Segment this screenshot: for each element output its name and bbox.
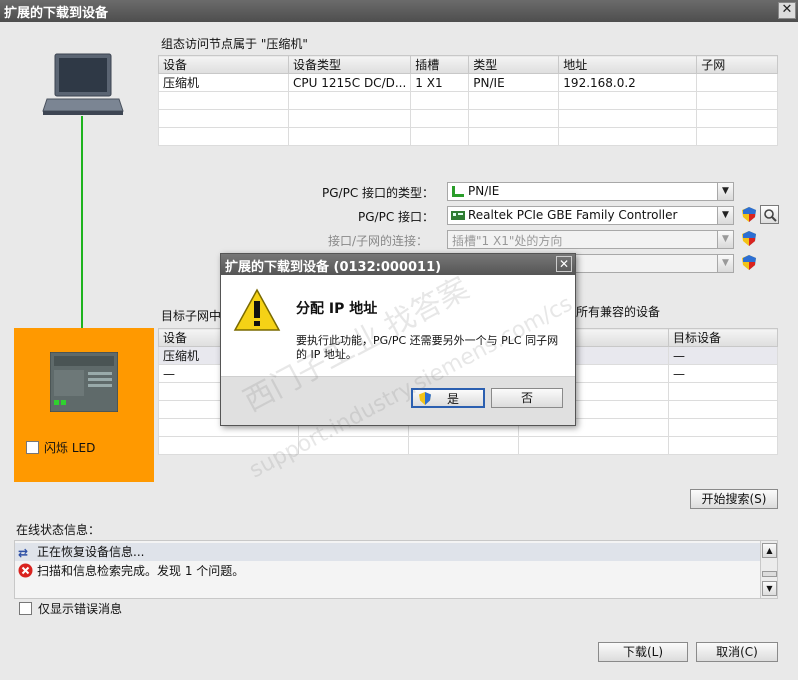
dialog-message: 要执行此功能，PG/PC 还需要另外一个与 PLC 同子网的 IP 地址。 — [296, 334, 559, 361]
cell-subnet — [696, 73, 778, 92]
scroll-up-icon[interactable]: ▲ — [762, 543, 777, 558]
yes-button[interactable]: 是 — [411, 388, 485, 408]
compatible-devices-label: 所有兼容的设备 — [576, 305, 661, 319]
window-title: 扩展的下载到设备 — [4, 6, 109, 21]
col-subnet: 子网 — [696, 55, 778, 74]
table-row — [158, 91, 778, 110]
status-message: 正在恢复设备信息... — [37, 545, 145, 559]
chevron-down-icon[interactable]: ▼ — [717, 207, 733, 224]
flash-led-checkbox[interactable] — [26, 441, 39, 454]
pgpc-interface-type-select[interactable]: PN/IE ▼ — [447, 182, 734, 201]
chevron-down-icon: ▼ — [717, 231, 733, 248]
table-row — [158, 127, 778, 146]
list-item: ⇄ 正在恢复设备信息... — [15, 543, 761, 561]
online-status-list: ⇄ 正在恢复设备信息... 扫描和信息检索完成。发现 1 个问题。 ▲ ▼ — [14, 540, 778, 599]
cell-device-type: CPU 1215C DC/D... — [287, 73, 412, 92]
status-scrollbar[interactable]: ▲ ▼ — [760, 541, 777, 598]
interface-subnet-connection-label: 接口/子网的连接： — [328, 234, 429, 248]
plc-device-panel: 闪烁 LED — [14, 328, 154, 482]
error-icon — [18, 563, 33, 583]
list-item: 扫描和信息检索完成。发现 1 个问题。 — [15, 562, 761, 580]
col-device-type: 设备类型 — [287, 55, 412, 74]
pgpc-interface-label: PG/PC 接口： — [358, 210, 435, 224]
dialog-title: 扩展的下载到设备 (0132:000011) — [225, 260, 442, 275]
no-button[interactable]: 否 — [491, 388, 563, 408]
warning-icon — [233, 288, 281, 332]
properties-shield-icon[interactable] — [742, 207, 756, 222]
download-button[interactable]: 下载(L) — [598, 642, 688, 662]
cell-device: 压缩机 — [158, 73, 289, 92]
network-card-icon — [451, 210, 465, 221]
show-errors-only-checkbox[interactable] — [19, 602, 32, 615]
network-connection-line — [81, 116, 83, 356]
table-row — [158, 109, 778, 128]
access-node-table: 设备 设备类型 插槽 类型 地址 子网 压缩机 CPU 1215C DC/D..… — [158, 55, 778, 146]
pn-ie-icon — [452, 186, 464, 197]
window-close-button[interactable]: ✕ — [778, 2, 796, 19]
interface-subnet-connection-select: 插槽"1 X1"处的方向 ▼ — [447, 230, 734, 249]
show-errors-only-label: 仅显示错误消息 — [38, 602, 123, 616]
network-search-icon: ⇄ — [18, 546, 29, 560]
dialog-footer: 是 否 — [221, 376, 575, 425]
col-type: 类型 — [468, 55, 560, 74]
pg-pc-laptop-icon — [42, 53, 124, 117]
col-target-device: 目标设备 — [668, 328, 778, 347]
col-device: 设备 — [158, 55, 289, 74]
pgpc-interface-value: Realtek PCIe GBE Family Controller — [468, 208, 678, 222]
chevron-down-icon[interactable]: ▼ — [717, 183, 733, 200]
interface-subnet-connection-value: 插槽"1 X1"处的方向 — [452, 234, 563, 248]
flash-led-label: 闪烁 LED — [44, 441, 96, 455]
plc-device-icon — [49, 351, 119, 413]
col-slot: 插槽 — [410, 55, 470, 74]
scroll-thumb[interactable] — [762, 571, 777, 577]
cell-slot: 1 X1 — [410, 73, 470, 92]
diagnostics-magnifier-button[interactable] — [760, 205, 779, 224]
scroll-down-icon[interactable]: ▼ — [762, 581, 777, 596]
cancel-button[interactable]: 取消(C) — [696, 642, 778, 662]
assign-ip-dialog: 扩展的下载到设备 (0132:000011) ✕ 分配 IP 地址 要执行此功能… — [220, 253, 576, 426]
pgpc-interface-select[interactable]: Realtek PCIe GBE Family Controller ▼ — [447, 206, 734, 225]
status-message: 扫描和信息检索完成。发现 1 个问题。 — [37, 564, 245, 578]
admin-shield-icon — [419, 392, 431, 410]
window-titlebar: 扩展的下载到设备 ✕ — [0, 0, 798, 22]
col-address: 地址 — [558, 55, 698, 74]
pgpc-interface-type-value: PN/IE — [468, 184, 500, 198]
access-node-heading: 组态访问节点属于 "压缩机" — [161, 37, 308, 51]
yes-label: 是 — [446, 392, 459, 406]
cell-address: 192.168.0.2 — [558, 73, 698, 92]
online-status-label: 在线状态信息： — [16, 523, 101, 537]
magnifier-icon — [763, 208, 777, 225]
dialog-heading: 分配 IP 地址 — [296, 301, 378, 317]
pgpc-interface-type-label: PG/PC 接口的类型： — [322, 186, 435, 200]
properties-shield-icon[interactable] — [742, 231, 756, 246]
table-row — [158, 436, 778, 455]
cell-type: PN/IE — [468, 73, 560, 92]
table-row[interactable]: 压缩机 CPU 1215C DC/D... 1 X1 PN/IE 192.168… — [158, 73, 778, 92]
cell-target-device: — — [668, 364, 778, 383]
target-subnet-label: 目标子网中 — [161, 309, 222, 323]
dialog-titlebar: 扩展的下载到设备 (0132:000011) ✕ — [221, 254, 575, 275]
dialog-close-button[interactable]: ✕ — [556, 256, 572, 272]
chevron-down-icon: ▼ — [717, 255, 733, 272]
properties-shield-icon[interactable] — [742, 255, 756, 270]
cell-target-device: — — [668, 346, 778, 365]
start-search-button[interactable]: 开始搜索(S) — [690, 489, 778, 509]
